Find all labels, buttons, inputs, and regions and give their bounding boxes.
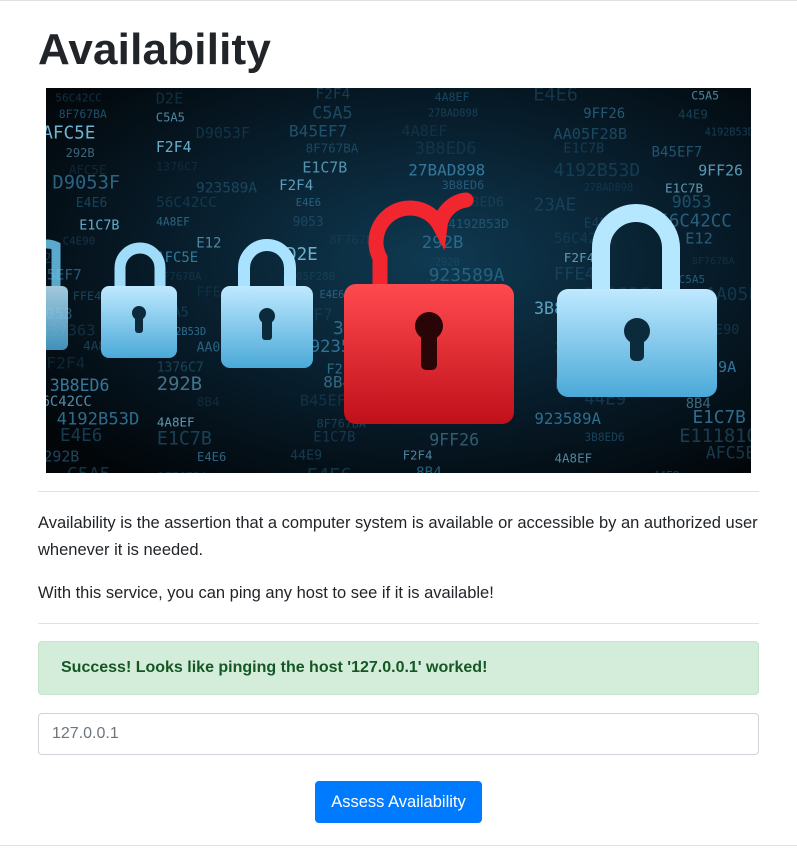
background-code-glyph: FFE4 bbox=[73, 289, 101, 303]
background-code-glyph: 292B bbox=[46, 448, 79, 466]
background-code-glyph: 56C42CC bbox=[55, 91, 101, 104]
background-code-glyph: 1376C7 bbox=[565, 472, 604, 473]
page-title: Availability bbox=[38, 25, 272, 74]
background-code-glyph: 56C42CC bbox=[156, 195, 217, 211]
background-code-glyph: 8B4 bbox=[416, 465, 442, 473]
background-code-glyph: C5A5 bbox=[156, 111, 185, 125]
background-code-glyph: D9053F bbox=[52, 173, 120, 194]
background-code-glyph: F2F4 bbox=[279, 178, 313, 194]
background-code-glyph: D9053F bbox=[196, 124, 250, 142]
background-code-glyph: E4E6 bbox=[60, 426, 102, 446]
background-code-glyph: B45EF7 bbox=[46, 268, 82, 284]
divider bbox=[38, 623, 759, 624]
background-code-glyph: 923589A bbox=[534, 409, 601, 428]
background-code-glyph: E4E6 bbox=[76, 196, 108, 211]
background-code-glyph: E1C7B bbox=[313, 430, 355, 446]
background-code-glyph: AFC5E bbox=[706, 444, 751, 463]
background-code-glyph: C4E90 bbox=[63, 234, 96, 247]
background-code-glyph: C5A5 bbox=[312, 102, 352, 122]
background-code-glyph: 27BAD898 bbox=[584, 182, 634, 194]
background-code-glyph: 4192B53D bbox=[705, 128, 751, 139]
background-code-glyph: FFE4 bbox=[554, 265, 595, 285]
background-code-glyph: E1C7B bbox=[157, 429, 212, 450]
background-code-glyph: 8F767BA bbox=[692, 256, 735, 267]
background-code-glyph: 44E9 bbox=[653, 470, 680, 473]
background-code-glyph: 292B bbox=[157, 374, 202, 395]
background-code-glyph: 4A8EF bbox=[435, 90, 470, 104]
background-code-glyph: E1C7B bbox=[79, 219, 119, 234]
background-code-glyph: 9053 bbox=[293, 215, 324, 230]
background-code-glyph: 9FF26 bbox=[698, 162, 743, 180]
background-code-glyph: E12 bbox=[685, 229, 713, 247]
background-code-glyph: 4A8EF bbox=[401, 122, 447, 140]
background-code-glyph: 8F767BA bbox=[157, 470, 208, 473]
success-alert: Success! Looks like pinging the host '12… bbox=[38, 641, 759, 695]
background-code-glyph: F2F4 bbox=[315, 88, 350, 103]
background-code-glyph: 23AE bbox=[534, 195, 577, 215]
background-code-glyph: 3B8ED6 bbox=[585, 431, 625, 444]
availability-description: Availability is the assertion that a com… bbox=[38, 514, 758, 559]
background-code-glyph: 9053 bbox=[672, 192, 712, 211]
background-code-glyph: 4A8EF bbox=[156, 215, 190, 228]
background-code-glyph: 3B8ED6 bbox=[415, 139, 477, 159]
background-code-glyph: 27BAD898 bbox=[428, 108, 478, 120]
background-code-glyph: E4E6 bbox=[320, 289, 345, 301]
background-code-glyph: 4192B53D bbox=[554, 160, 641, 181]
background-code-glyph: 9FF26 bbox=[583, 106, 625, 122]
background-code-glyph: C5A5 bbox=[691, 89, 719, 103]
background-code-glyph: 44E9 bbox=[290, 449, 322, 464]
background-code-glyph: E4E6 bbox=[533, 88, 578, 106]
background-code-glyph: E4E6 bbox=[307, 465, 352, 473]
background-code-glyph: 1376C7 bbox=[156, 159, 198, 173]
host-input[interactable] bbox=[38, 713, 759, 755]
background-code-glyph: 56C42CC bbox=[46, 394, 92, 410]
background-code-glyph: 8F767BA bbox=[59, 107, 107, 121]
background-code-glyph: 8F767BA bbox=[306, 140, 359, 155]
divider bbox=[38, 491, 759, 492]
background-code-glyph: E12 bbox=[196, 236, 221, 252]
service-description: With this service, you can ping any host… bbox=[38, 584, 494, 602]
background-code-glyph: E4E6 bbox=[197, 450, 226, 464]
background-code-glyph: E1C7B bbox=[563, 141, 604, 157]
background-code-glyph: 4A8EF bbox=[555, 450, 593, 465]
background-code-glyph: 8B4 bbox=[197, 394, 220, 409]
background-code-glyph: B45EF7 bbox=[652, 145, 703, 161]
background-code-glyph: 44E9 bbox=[678, 107, 708, 122]
background-code-glyph: F2F4 bbox=[46, 354, 85, 373]
background-code-glyph: E4E6 bbox=[296, 197, 321, 209]
background-code-glyph: F2F4 bbox=[564, 250, 595, 265]
background-code-glyph: 4A8EF bbox=[157, 414, 195, 429]
background-code-glyph: 9FF26 bbox=[429, 431, 479, 450]
success-message: Success! Looks like pinging the host '12… bbox=[61, 659, 488, 676]
background-code-glyph: 923589A bbox=[429, 265, 505, 286]
hero-image: 56C42CC D2E F2F4 4A8EF E4E6 C5A5 8F767BA C5A5 C5… bbox=[46, 88, 751, 473]
background-code-glyph: C5A5 bbox=[679, 273, 706, 286]
top-border bbox=[0, 0, 797, 1]
assess-availability-button[interactable]: Assess Availability bbox=[315, 781, 482, 823]
background-code-glyph: F2F4 bbox=[403, 447, 433, 462]
background-code-glyph: 4192B53D bbox=[448, 216, 508, 231]
padlock-hero-graphic: 56C42CC D2E F2F4 4A8EF E4E6 C5A5 8F767BA C5A5 C5… bbox=[46, 88, 751, 473]
background-code-glyph: E1C7B bbox=[302, 158, 347, 176]
background-code-glyph: 3B8ED6 bbox=[442, 178, 485, 192]
background-code-glyph: E12 bbox=[46, 251, 51, 267]
background-code-glyph: E1C7B bbox=[693, 408, 746, 428]
background-code-glyph: D2E bbox=[156, 89, 184, 107]
background-code-glyph: 292B bbox=[66, 146, 95, 160]
background-code-glyph: B45EF7 bbox=[289, 121, 347, 140]
background-code-glyph: F2F4 bbox=[156, 139, 192, 156]
bottom-border bbox=[0, 845, 797, 846]
background-code-glyph: AFC5E bbox=[46, 124, 95, 144]
background-code-glyph: 27BAD898 bbox=[408, 160, 485, 179]
background-code-glyph: C5A5 bbox=[67, 464, 111, 473]
background-code-glyph: 3B8ED6 bbox=[50, 376, 110, 395]
